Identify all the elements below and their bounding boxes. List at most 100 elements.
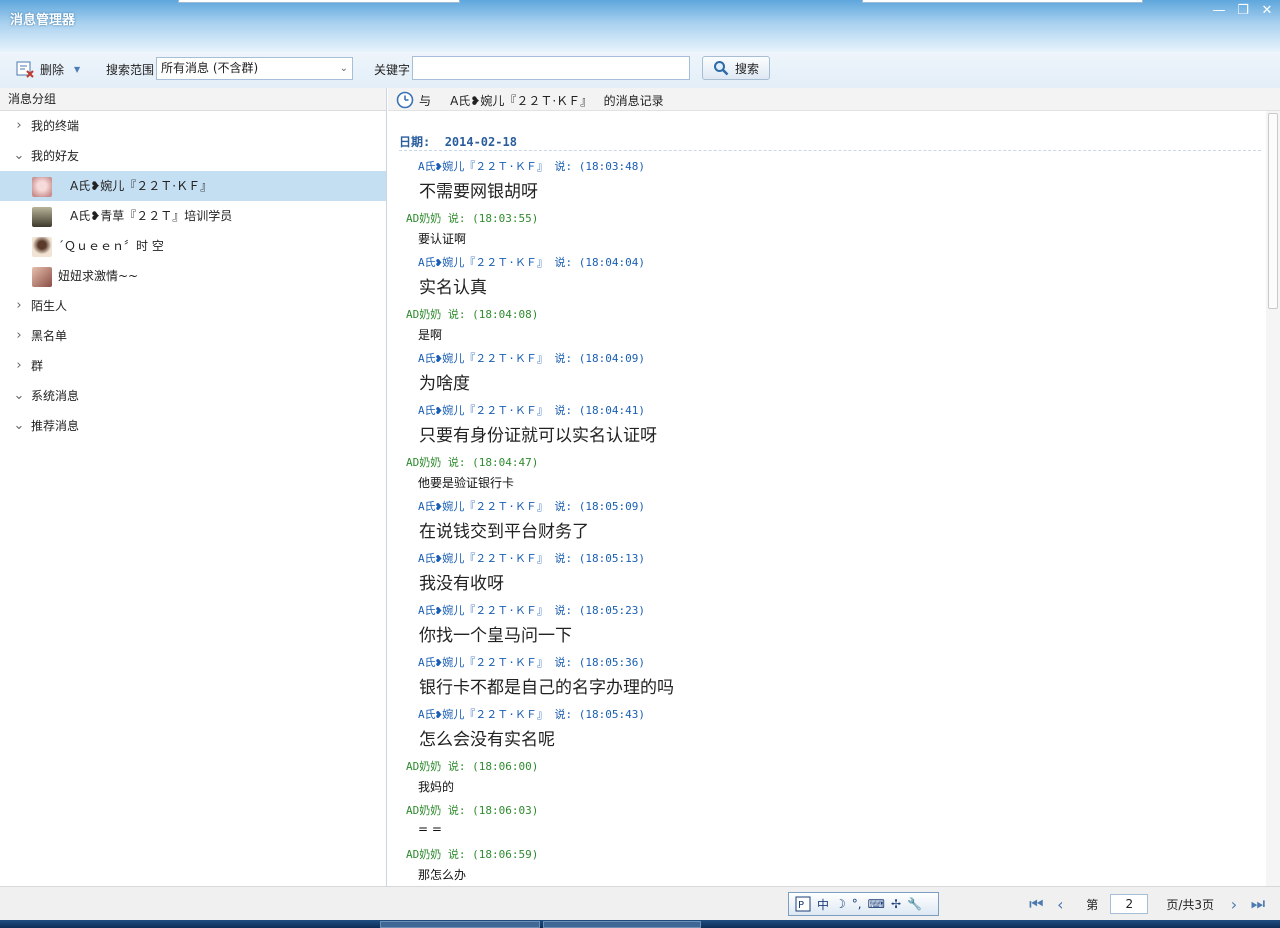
pager: ⏮ ‹ 第 2 页/共3页 › ⏭ [1024,892,1270,916]
message-header: A氏❥婉儿『２２Ｔ·ＫＦ』 说: (18:03:48) [418,158,645,174]
message-item: AD奶奶 说: (18:06:00) 我妈的 [406,758,538,795]
ime-halfwidth-moon-icon[interactable]: ☽ [835,897,846,911]
tree-item-label: 黑名单 [31,329,68,343]
message-says: 说: [447,848,466,861]
tree-item-label: 群 [31,359,44,373]
message-item: A氏❥婉儿『２２Ｔ·ＫＦ』 说: (18:04:41) 只要有身份证就可以实名认证… [418,402,657,446]
tree-item-groups[interactable]: › 群 [0,351,386,381]
message-text: 他要是验证银行卡 [418,476,515,490]
message-header: AD奶奶 说: (18:06:00) [406,758,538,774]
friend-item-qing-cao[interactable]: A氏❥青草『２２Ｔ』培训学员 [0,201,386,231]
avatar [32,267,52,287]
message-text: 要认证啊 [418,232,467,246]
window-title: 消息管理器 [10,13,76,28]
message-header: AD奶奶 说: (18:04:08) [406,306,538,322]
friend-name: A氏❥青草『２２Ｔ』培训学员 [70,209,233,223]
message-item: A氏❥婉儿『２２Ｔ·ＫＦ』 说: (18:04:04) 实名认真 [418,254,645,298]
last-page-icon[interactable]: ⏭ [1246,894,1270,914]
friend-name: A氏❥婉儿『２２Ｔ·ＫＦ』 [70,179,213,193]
keyword-input[interactable] [412,56,690,80]
message-text: 是啊 [418,328,443,342]
chevron-right-icon: › [16,358,22,373]
ime-symbol-icon[interactable]: ✢ [891,897,901,911]
title-bar: 消息管理器 — ❐ ✕ [0,0,1280,52]
message-group-header: 消息分组 [0,88,386,111]
first-page-icon[interactable]: ⏮ [1024,894,1048,914]
scrollbar-thumb[interactable] [1268,113,1278,309]
message-time: (18:06:59) [472,848,539,861]
search-scope-select[interactable]: 所有消息 (不含群) ⌄ [156,57,353,80]
message-item: AD奶奶 说: (18:04:08) 是啊 [406,306,538,343]
top-edge-field-right [862,0,1143,3]
friend-item-niu-niu[interactable]: 妞妞求激情~~ [0,261,386,291]
friend-item-queen[interactable]: ˊＱｕｅｅｎ〞时 空 [0,231,386,261]
message-text: 实名认真 [419,278,487,298]
taskbar-button[interactable] [380,921,540,928]
message-text: = = [418,822,442,836]
chevron-down-icon: ⌄ [13,418,25,433]
message-sender: A氏❥婉儿『２２Ｔ·ＫＦ』 [418,256,548,269]
message-says: 说: [447,760,466,773]
ime-logo-icon[interactable]: P [795,896,811,912]
message-text: 为啥度 [419,374,470,394]
page-number-input[interactable]: 2 [1110,894,1149,914]
delete-button[interactable]: 删除 ▼ [16,58,80,80]
friend-item-wan-er[interactable]: A氏❥婉儿『２２Ｔ·ＫＦ』 [0,171,386,201]
taskbar-button[interactable] [543,921,701,928]
chevron-right-icon: › [16,328,22,343]
ime-chinese-mode[interactable]: 中 [817,896,829,913]
next-page-icon[interactable]: › [1222,895,1246,914]
message-time: (18:04:47) [472,456,539,469]
search-button[interactable]: 搜索 [702,56,770,80]
ime-keyboard-icon[interactable]: ⌨ [868,897,885,911]
message-item: A氏❥婉儿『２２Ｔ·ＫＦ』 说: (18:05:13) 我没有收呀 [418,550,645,594]
tree-item-recommended-messages[interactable]: ⌄ 推荐消息 [0,411,386,441]
ime-punctuation-icon[interactable]: °, [852,897,862,911]
message-text: 怎么会没有实名呢 [419,730,555,750]
message-says: 说: [447,456,466,469]
message-sender: AD奶奶 [406,760,442,773]
message-text: 那怎么办 [418,868,467,882]
friend-name: 妞妞求激情~~ [58,269,139,283]
message-text: 我妈的 [418,780,455,794]
ime-toolbar[interactable]: P 中 ☽ °, ⌨ ✢ 🔧 [788,892,939,916]
tree-item-my-friends[interactable]: ⌄ 我的好友 [0,141,386,171]
search-scope-value: 所有消息 (不含群) [161,61,259,75]
message-says: 说: [554,404,573,417]
message-header: A氏❥婉儿『２２Ｔ·ＫＦ』 说: (18:05:43) [418,706,645,722]
delete-label: 删除 [40,62,65,77]
avatar [32,177,52,197]
friend-name: ˊＱｕｅｅｎ〞时 空 [58,239,164,253]
top-edge-field [178,0,460,3]
keyword-label: 关键字 [374,63,411,77]
message-says: 说: [447,212,466,225]
status-bar: P 中 ☽ °, ⌨ ✢ 🔧 ⏮ ‹ 第 2 页/共3页 › ⏭ [0,886,1280,920]
search-scope-label: 搜索范围 [106,63,155,77]
prev-page-icon[interactable]: ‹ [1048,895,1072,914]
tree-item-my-devices[interactable]: › 我的终端 [0,111,386,141]
tree-item-strangers[interactable]: › 陌生人 [0,291,386,321]
message-item: A氏❥婉儿『２２Ｔ·ＫＦ』 说: (18:05:36) 银行卡不都是自己的名字办理… [418,654,674,698]
scrollbar[interactable] [1266,111,1280,886]
message-item: AD奶奶 说: (18:06:03) = = [406,802,538,836]
minimize-button[interactable]: — [1212,4,1226,18]
chevron-right-icon: › [16,298,22,313]
message-sender: AD奶奶 [406,212,442,225]
tree-item-blacklist[interactable]: › 黑名单 [0,321,386,351]
date-value: 2014-02-18 [444,135,517,149]
message-sender: A氏❥婉儿『２２Ｔ·ＫＦ』 [418,604,548,617]
ime-settings-wrench-icon[interactable]: 🔧 [907,897,922,911]
message-item: AD奶奶 说: (18:06:59) 那怎么办 [406,846,538,883]
message-item: A氏❥婉儿『２２Ｔ·ＫＦ』 说: (18:05:23) 你找一个皇马问一下 [418,602,645,646]
close-button[interactable]: ✕ [1260,4,1274,18]
delete-dropdown-arrow-icon[interactable]: ▼ [74,65,80,74]
tree-item-label: 陌生人 [31,299,68,313]
message-says: 说: [554,552,573,565]
message-time: (18:05:09) [578,500,645,513]
tree-item-system-messages[interactable]: ⌄ 系统消息 [0,381,386,411]
tree-item-label: 我的好友 [31,149,80,163]
message-says: 说: [554,604,573,617]
message-header: AD奶奶 说: (18:06:59) [406,846,538,862]
maximize-button[interactable]: ❐ [1236,4,1250,18]
message-says: 说: [554,708,573,721]
